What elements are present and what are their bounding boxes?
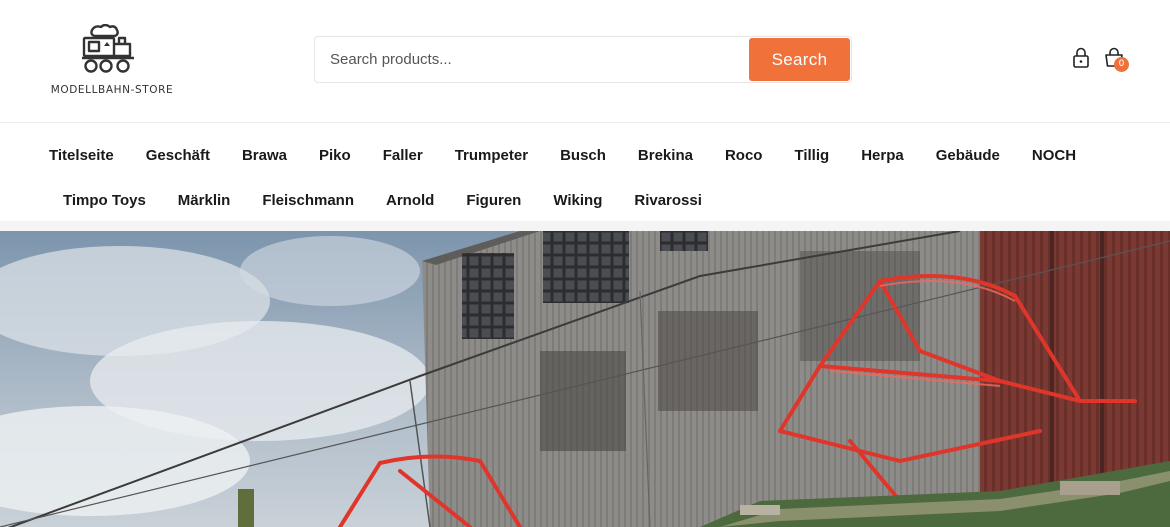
steam-locomotive-icon — [82, 24, 134, 73]
nav-item-brawa[interactable]: Brawa — [226, 147, 303, 164]
search-input[interactable] — [315, 37, 747, 82]
nav-item-titelseite[interactable]: Titelseite — [33, 147, 130, 164]
main-navigation: Titelseite Geschäft Brawa Piko Faller Trumpet… — [0, 124, 1170, 221]
logo-text: MODELLBAHN-STORE — [50, 84, 174, 96]
nav-item-timpo-toys[interactable]: Timpo Toys — [47, 192, 162, 209]
nav-item-herpa[interactable]: Herpa — [845, 147, 920, 164]
nav-item-fleischmann[interactable]: Fleischmann — [246, 192, 370, 209]
nav-item-geschäft[interactable]: Geschäft — [130, 147, 226, 164]
nav-item-gebäude[interactable]: Gebäude — [920, 147, 1016, 164]
nav-item-roco[interactable]: Roco — [709, 147, 779, 164]
nav-item-figuren[interactable]: Figuren — [450, 192, 537, 209]
nav-item-busch[interactable]: Busch — [544, 147, 622, 164]
nav-item-arnold[interactable]: Arnold — [370, 192, 450, 209]
nav-item-trumpeter[interactable]: Trumpeter — [439, 147, 544, 164]
nav-item-piko[interactable]: Piko — [303, 147, 367, 164]
nav-item-wiking[interactable]: Wiking — [537, 192, 618, 209]
nav-item-tillig[interactable]: Tillig — [778, 147, 845, 164]
hero-image — [0, 231, 1170, 527]
nav-item-faller[interactable]: Faller — [367, 147, 439, 164]
search-bar: Search — [314, 36, 852, 83]
nav-row-primary: Titelseite Geschäft Brawa Piko Faller Trumpet… — [33, 147, 1092, 164]
site-logo[interactable]: MODELLBAHN-STORE — [46, 24, 178, 96]
site-header: MODELLBAHN-STORE Search 0 — [0, 0, 1170, 123]
nav-item-brekina[interactable]: Brekina — [622, 147, 709, 164]
lock-icon[interactable] — [1071, 46, 1093, 70]
nav-item-märklin[interactable]: Märklin — [162, 192, 247, 209]
nav-item-rivarossi[interactable]: Rivarossi — [618, 192, 718, 209]
nav-item-noch[interactable]: NOCH — [1016, 147, 1092, 164]
nav-row-secondary: Timpo Toys Märklin Fleischmann Arnold Figure… — [47, 192, 718, 209]
search-button[interactable]: Search — [749, 38, 850, 81]
cart-count-badge: 0 — [1114, 57, 1129, 72]
hero-divider — [0, 221, 1170, 231]
